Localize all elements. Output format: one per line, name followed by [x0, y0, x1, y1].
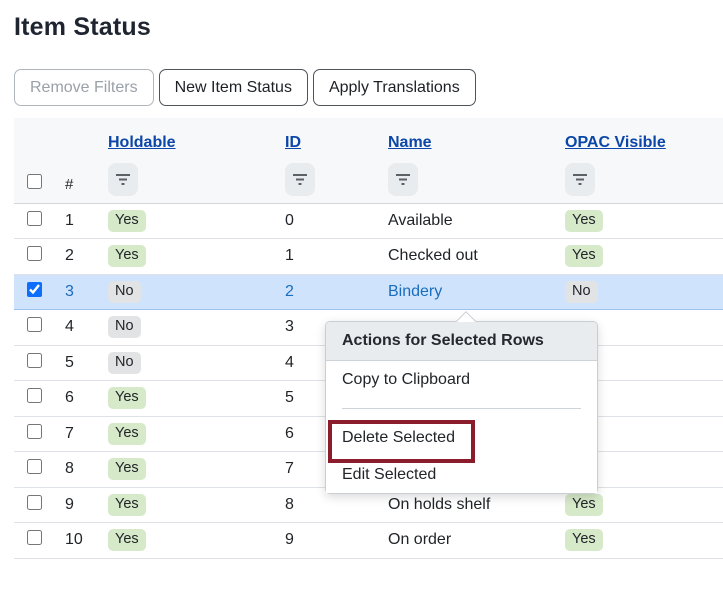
opac-visible-cell: Yes [558, 522, 723, 559]
holdable-cell: Yes [101, 380, 278, 417]
row-number-cell: 5 [58, 345, 101, 381]
holdable-cell: No [101, 309, 278, 346]
status-badge: Yes [565, 529, 603, 552]
filter-icon [396, 174, 410, 185]
row-number-cell: 9 [58, 487, 101, 523]
column-header-name[interactable]: Name [388, 134, 432, 151]
row-select-checkbox[interactable] [27, 317, 42, 333]
row-select-checkbox[interactable] [27, 459, 42, 475]
name-cell: Checked out [381, 238, 558, 275]
holdable-cell: Yes [101, 451, 278, 488]
row-select-checkbox[interactable] [27, 423, 42, 439]
holdable-cell: Yes [101, 522, 278, 559]
holdable-cell: Yes [101, 203, 278, 239]
table-row[interactable]: 10 Yes 9 On order Yes [14, 522, 723, 559]
status-badge: Yes [108, 458, 146, 481]
select-all-checkbox[interactable] [27, 173, 42, 189]
row-number-cell: 10 [58, 522, 101, 559]
row-number-cell: 7 [58, 416, 101, 452]
row-select-checkbox[interactable] [27, 388, 42, 404]
row-number-cell: 8 [58, 451, 101, 488]
holdable-cell: Yes [101, 416, 278, 452]
name-cell: Bindery [381, 274, 558, 310]
grid-header: Holdable ID Name OPAC Visible # [14, 118, 723, 204]
holdable-cell: Yes [101, 238, 278, 275]
holdable-cell: Yes [101, 487, 278, 523]
menu-divider [342, 408, 581, 409]
holdable-cell: No [101, 345, 278, 381]
filter-button-id[interactable] [285, 163, 315, 196]
name-cell: On order [381, 522, 558, 559]
status-badge: No [108, 280, 141, 303]
apply-translations-button[interactable]: Apply Translations [312, 69, 476, 106]
context-menu-title: Actions for Selected Rows [326, 322, 597, 361]
status-badge: Yes [108, 387, 146, 410]
status-badge: Yes [108, 245, 146, 268]
filter-button-holdable[interactable] [108, 163, 138, 196]
filter-icon [293, 174, 307, 185]
opac-visible-cell: Yes [558, 238, 723, 275]
row-select-checkbox[interactable] [27, 246, 42, 262]
filter-button-opac-visible[interactable] [565, 163, 595, 196]
status-badge: Yes [108, 529, 146, 552]
filter-icon [116, 174, 130, 185]
id-cell: 9 [278, 522, 381, 559]
status-badge: Yes [565, 245, 603, 268]
holdable-cell: No [101, 274, 278, 310]
remove-filters-button[interactable]: Remove Filters [14, 69, 154, 106]
filter-button-name[interactable] [388, 163, 418, 196]
menu-item-edit-selected[interactable]: Edit Selected [326, 456, 597, 493]
row-select-checkbox[interactable] [27, 210, 42, 226]
status-badge: Yes [565, 493, 603, 516]
row-number-cell: 6 [58, 380, 101, 417]
status-badge: Yes [108, 493, 146, 516]
id-cell: 2 [278, 274, 381, 310]
row-number-cell: 2 [58, 238, 101, 275]
table-row[interactable]: 3 No 2 Bindery No [14, 274, 723, 310]
row-number-cell: 1 [58, 203, 101, 239]
status-badge: Yes [565, 209, 603, 232]
row-number-header: # [65, 175, 74, 193]
new-item-status-button[interactable]: New Item Status [158, 69, 308, 106]
status-badge: No [565, 280, 598, 303]
table-row[interactable]: 2 Yes 1 Checked out Yes [14, 238, 723, 275]
row-select-checkbox[interactable] [27, 281, 42, 297]
row-select-checkbox[interactable] [27, 530, 42, 546]
row-number-cell: 4 [58, 309, 101, 346]
actions-context-menu: Actions for Selected Rows Copy to Clipbo… [325, 311, 598, 494]
table-row[interactable]: 1 Yes 0 Available Yes [14, 203, 723, 239]
row-select-checkbox[interactable] [27, 494, 42, 510]
status-badge: Yes [108, 422, 146, 445]
id-cell: 0 [278, 203, 381, 239]
row-number-cell: 3 [58, 274, 101, 310]
page-title: Item Status [14, 13, 151, 41]
status-badge: Yes [108, 209, 146, 232]
status-badge: No [108, 351, 141, 374]
name-cell: Available [381, 203, 558, 239]
status-badge: No [108, 316, 141, 339]
column-header-holdable[interactable]: Holdable [108, 134, 176, 151]
row-select-checkbox[interactable] [27, 352, 42, 368]
column-header-opac-visible[interactable]: OPAC Visible [565, 134, 666, 151]
opac-visible-cell: Yes [558, 203, 723, 239]
menu-item-delete-selected[interactable]: Delete Selected [326, 419, 597, 456]
item-status-page: Item Status Remove Filters New Item Stat… [0, 0, 723, 595]
id-cell: 1 [278, 238, 381, 275]
filter-icon [573, 174, 587, 185]
toolbar: Remove Filters New Item Status Apply Tra… [14, 69, 723, 106]
column-header-id[interactable]: ID [285, 134, 301, 151]
menu-item-copy-to-clipboard[interactable]: Copy to Clipboard [326, 361, 597, 398]
opac-visible-cell: No [558, 274, 723, 310]
